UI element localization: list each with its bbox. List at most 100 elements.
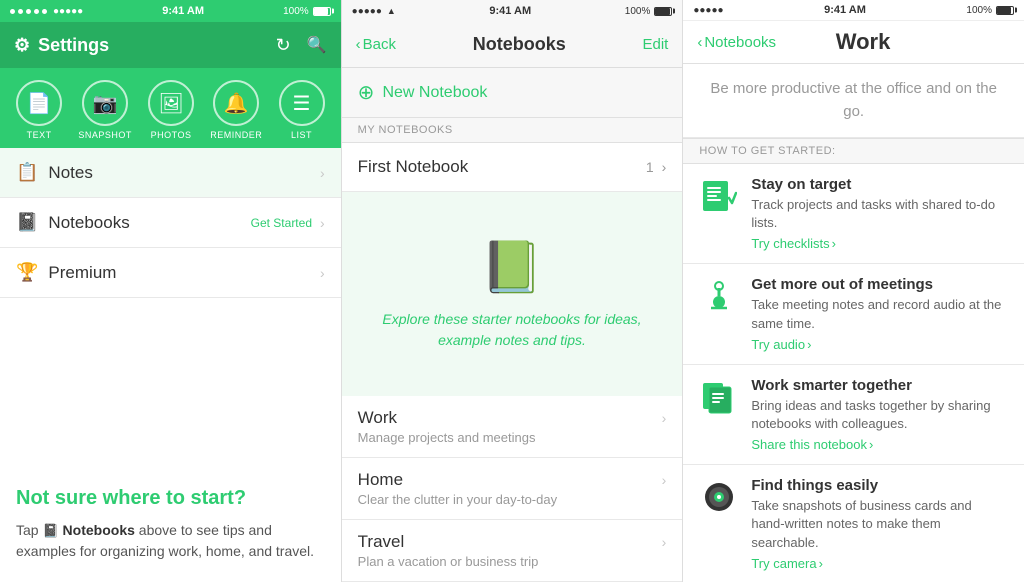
promo-notebook-icon: 📓 [42, 521, 58, 541]
status-right-1: 100% [283, 6, 331, 17]
carrier-3: ●●●●● [693, 5, 723, 16]
text-icon-item[interactable]: 📄 TEXT [16, 80, 62, 140]
signal-dot [34, 9, 39, 14]
notebooks-edit-button[interactable]: Edit [642, 36, 668, 53]
snapshot-icon-circle: 📷 [82, 80, 128, 126]
tip-item-3[interactable]: Find things easily Take snapshots of bus… [683, 465, 1024, 582]
reminder-icon-label: REMINDER [210, 130, 262, 140]
tip-link-1[interactable]: Try audio › [751, 337, 1008, 352]
list-icon-item[interactable]: ☰ LIST [279, 80, 325, 140]
carrier-2: ●●●●● [352, 6, 382, 17]
signal-dot [10, 9, 15, 14]
snapshot-icon-item[interactable]: 📷 SNAPSHOT [78, 80, 132, 140]
battery-percent-1: 100% [283, 6, 309, 17]
tip-item-1[interactable]: Get more out of meetings Take meeting no… [683, 264, 1024, 364]
refresh-icon[interactable]: ↻ [276, 35, 291, 56]
notebooks-header: ‹ Back Notebooks Edit [342, 22, 683, 68]
tip-link-0[interactable]: Try checklists › [751, 236, 1008, 251]
battery-icon-2 [654, 7, 672, 16]
notebooks-menu-icon: 📓 [16, 212, 38, 233]
settings-title: ⚙ Settings [14, 35, 109, 56]
premium-menu-left: 🏆 Premium [16, 262, 116, 283]
starter-home-chevron: › [662, 472, 667, 488]
promo-text: Tap 📓 Notebooks above to see tips and ex… [16, 520, 325, 562]
notes-chevron: › [320, 165, 325, 181]
premium-menu-item[interactable]: 🏆 Premium › [0, 248, 341, 298]
starter-travel-chevron: › [662, 534, 667, 550]
status-time-2: 9:41 AM [489, 5, 531, 17]
settings-gear-icon: ⚙ [14, 35, 30, 56]
tip-icon-0 [699, 176, 739, 216]
notes-menu-left: 📋 Notes [16, 162, 93, 183]
photos-icon-circle: 🖼 [148, 80, 194, 126]
tip-desc-0: Track projects and tasks with shared to-… [751, 196, 1008, 232]
signal-dot [18, 9, 23, 14]
new-notebook-label: New Notebook [382, 84, 487, 102]
my-notebooks-section-label: MY NOTEBOOKS [342, 118, 683, 143]
notebooks-menu-item[interactable]: 📓 Notebooks Get Started › [0, 198, 341, 248]
tip-link-3[interactable]: Try camera › [751, 556, 1008, 571]
tips-list: Stay on target Track projects and tasks … [683, 164, 1024, 582]
tip-link-text-2: Share this notebook [751, 437, 867, 452]
battery-percent-2: 100% [625, 6, 651, 17]
photos-icon-label: PHOTOS [151, 130, 192, 140]
tip-item-2[interactable]: Work smarter together Bring ideas and ta… [683, 365, 1024, 465]
list-icon-label: LIST [291, 130, 312, 140]
starter-travel-item[interactable]: Travel › Plan a vacation or business tri… [342, 520, 683, 582]
notebooks-back-button[interactable]: ‹ Back [356, 36, 396, 53]
tip-content-3: Find things easily Take snapshots of bus… [751, 477, 1008, 571]
tip-desc-1: Take meeting notes and record audio at t… [751, 296, 1008, 332]
status-right-2: 100% [625, 6, 673, 17]
premium-menu-label: Premium [48, 263, 116, 283]
status-time-1: 9:41 AM [162, 5, 204, 17]
status-bar-2: ●●●●● ▲ 9:41 AM 100% [342, 0, 683, 22]
starter-home-item[interactable]: Home › Clear the clutter in your day-to-… [342, 458, 683, 520]
wifi-icon-2: ▲ [387, 6, 396, 16]
settings-header: ⚙ Settings ↻ 🔍 [0, 22, 341, 68]
reminder-icon-item[interactable]: 🔔 REMINDER [210, 80, 262, 140]
starter-notebook-list: Work › Manage projects and meetings Home… [342, 396, 683, 582]
starter-travel-sub: Plan a vacation or business trip [358, 554, 667, 569]
premium-menu-icon: 🏆 [16, 262, 38, 283]
battery-icon-1 [313, 7, 331, 16]
work-back-button[interactable]: ‹ Notebooks [697, 34, 776, 51]
carrier-text: ●●●●● [53, 6, 83, 17]
new-notebook-button[interactable]: ⊕ New Notebook [342, 68, 683, 118]
notebook-chevron-first: › [662, 159, 667, 175]
tip-item-0[interactable]: Stay on target Track projects and tasks … [683, 164, 1024, 264]
text-icon-circle: 📄 [16, 80, 62, 126]
promo-bold: Notebooks [63, 522, 135, 538]
starter-work-title: Work [358, 408, 397, 428]
tip-link-text-3: Try camera [751, 556, 816, 571]
search-icon[interactable]: 🔍 [307, 35, 327, 56]
notebook-right-first: 1 › [646, 159, 666, 175]
notebook-item-first[interactable]: First Notebook 1 › [342, 143, 683, 192]
photos-icon-item[interactable]: 🖼 PHOTOS [148, 80, 194, 140]
battery-percent-3: 100% [966, 5, 992, 16]
battery-icon-3 [996, 6, 1014, 15]
starter-work-sub: Manage projects and meetings [358, 430, 667, 445]
notes-menu-item[interactable]: 📋 Notes › [0, 148, 341, 198]
tip-link-icon-3: › [819, 556, 823, 571]
status-right-3: 100% [966, 5, 1014, 16]
back-label: Back [363, 36, 396, 53]
tip-desc-2: Bring ideas and tasks together by sharin… [751, 397, 1008, 433]
list-icon-circle: ☰ [279, 80, 325, 126]
notebooks-menu-left: 📓 Notebooks [16, 212, 130, 233]
status-left-3: ●●●●● [693, 5, 723, 16]
status-time-3: 9:41 AM [824, 4, 866, 16]
tip-link-icon-2: › [869, 437, 873, 452]
notes-menu-icon: 📋 [16, 162, 38, 183]
work-title: Work [836, 29, 891, 55]
tip-icon-3 [699, 477, 739, 517]
starter-text: Explore these starter notebooks for idea… [362, 309, 663, 351]
tip-content-1: Get more out of meetings Take meeting no… [751, 276, 1008, 351]
tip-link-text-1: Try audio [751, 337, 805, 352]
starter-work-item[interactable]: Work › Manage projects and meetings [342, 396, 683, 458]
tip-link-text-0: Try checklists [751, 236, 829, 251]
tip-link-2[interactable]: Share this notebook › [751, 437, 1008, 452]
note-type-icons-row: 📄 TEXT 📷 SNAPSHOT 🖼 PHOTOS 🔔 REMINDER ☰ … [0, 68, 341, 148]
notebooks-badge: Get Started [251, 216, 312, 230]
back-chevron-icon: ‹ [356, 36, 361, 53]
battery-fill-2 [655, 8, 669, 15]
